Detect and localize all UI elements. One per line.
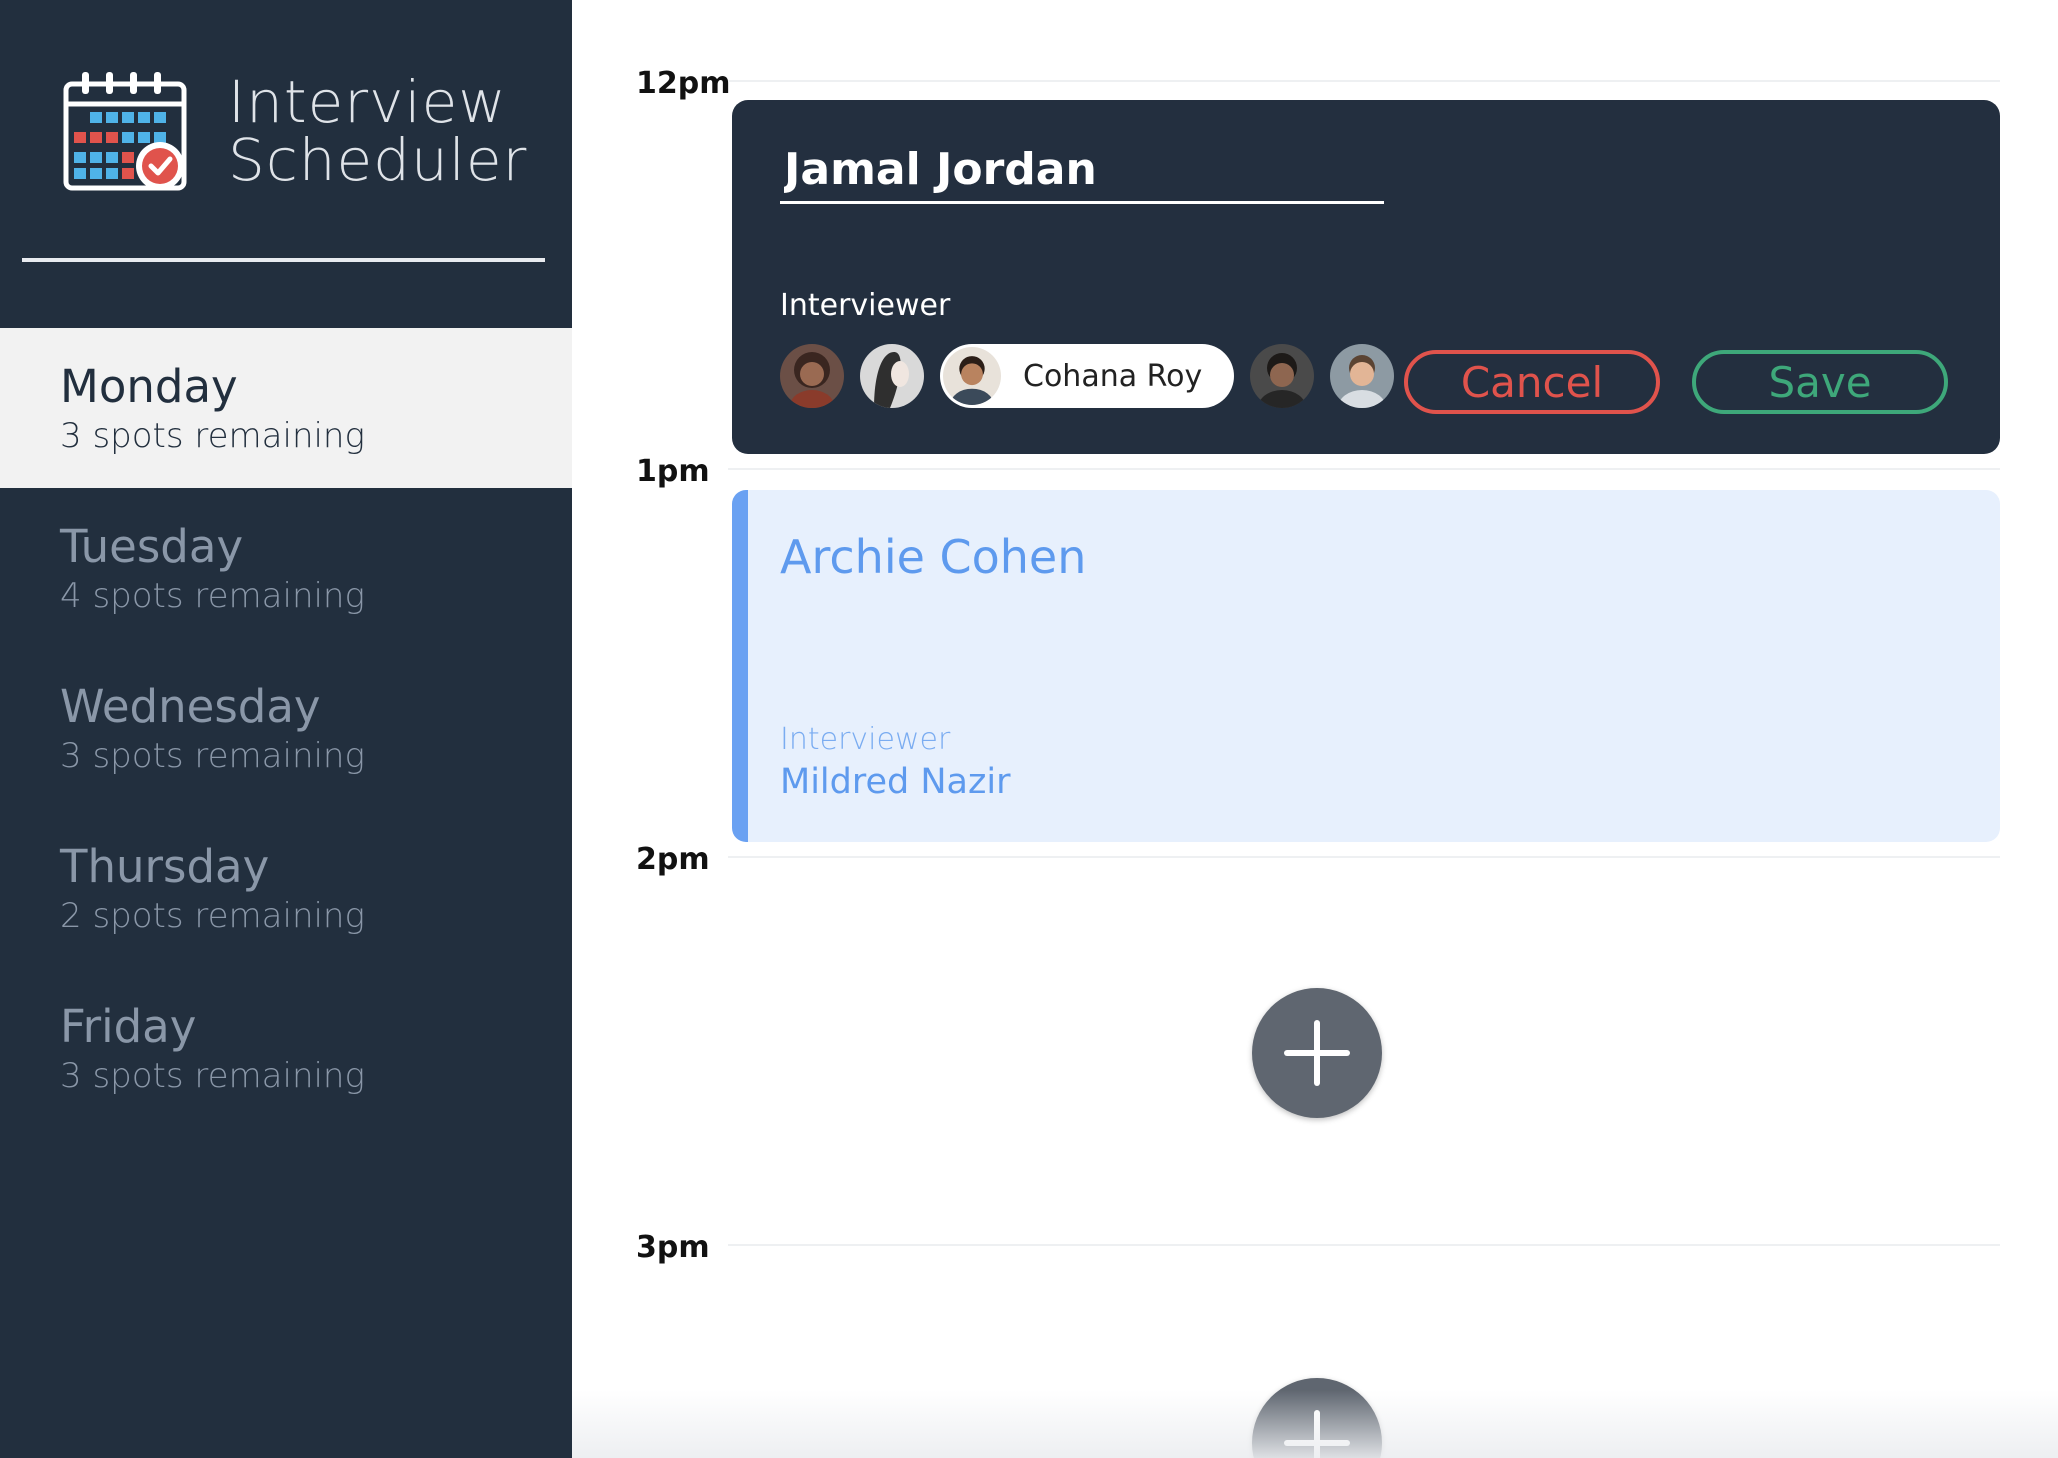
day-item-friday[interactable]: Friday 3 spots remaining [0, 968, 572, 1128]
add-appointment-button[interactable] [1252, 1378, 1382, 1458]
save-button[interactable]: Save [1692, 350, 1948, 414]
schedule: 12pm Interviewer [572, 0, 2058, 1458]
day-spots: 3 spots remaining [60, 736, 365, 776]
interviewer-selected[interactable]: Cohana Roy [940, 344, 1235, 408]
day-list: Monday 3 spots remaining Tuesday 4 spots… [0, 328, 572, 1128]
student-name-input[interactable] [780, 138, 1384, 204]
day-name: Thursday [60, 840, 270, 893]
avatar-photo-icon [780, 344, 844, 408]
day-name: Friday [60, 1000, 197, 1053]
day-item-thursday[interactable]: Thursday 2 spots remaining [0, 808, 572, 968]
avatar-photo-icon [1250, 344, 1315, 408]
avatar-photo-icon [860, 344, 924, 408]
hour-label: 12pm [636, 66, 731, 101]
day-name: Monday [60, 360, 238, 413]
hour-divider [728, 856, 2000, 858]
booked-appointment[interactable]: Archie Cohen Interviewer Mildred Nazir [732, 490, 2000, 842]
day-item-monday[interactable]: Monday 3 spots remaining [0, 328, 572, 488]
interviewer-avatar[interactable] [1330, 344, 1395, 408]
app-title-line1: Interview [228, 68, 507, 136]
hour-divider [728, 80, 2000, 82]
interviewer-selected-name: Cohana Roy [1023, 358, 1203, 394]
interviewer-avatar[interactable] [1250, 344, 1315, 408]
appointment-interviewer-name: Mildred Nazir [780, 762, 1011, 802]
hour-label: 3pm [636, 1230, 710, 1265]
day-item-wednesday[interactable]: Wednesday 3 spots remaining [0, 648, 572, 808]
day-spots: 3 spots remaining [60, 416, 365, 456]
interviewer-caption: Interviewer [780, 722, 951, 757]
interviewer-avatar[interactable] [780, 344, 844, 408]
day-name: Tuesday [60, 520, 244, 573]
day-name: Wednesday [60, 680, 321, 733]
app-title: Interview Scheduler [228, 73, 527, 189]
day-spots: 2 spots remaining [60, 896, 365, 936]
appointment-student-name: Archie Cohen [780, 530, 1087, 584]
interviewer-list: Cohana Roy [780, 344, 1410, 408]
add-appointment-button[interactable] [1252, 988, 1382, 1118]
sidebar: Interview Scheduler Monday 3 spots remai… [0, 0, 572, 1458]
appointment-edit-form: Interviewer [732, 100, 2000, 454]
app-brand: Interview Scheduler [62, 68, 527, 194]
hour-divider [728, 468, 2000, 470]
hour-divider [728, 1244, 2000, 1246]
cancel-button[interactable]: Cancel [1404, 350, 1660, 414]
avatar-photo-icon [1330, 344, 1395, 408]
plus-icon [1284, 1020, 1350, 1086]
plus-icon [1284, 1410, 1350, 1458]
interviewer-avatar [943, 347, 1001, 405]
app-title-line2: Scheduler [228, 126, 528, 194]
hour-label: 1pm [636, 454, 710, 489]
avatar-photo-icon [943, 347, 1001, 405]
day-item-tuesday[interactable]: Tuesday 4 spots remaining [0, 488, 572, 648]
day-spots: 3 spots remaining [60, 1056, 365, 1096]
hour-label: 2pm [636, 842, 710, 877]
day-spots: 4 spots remaining [60, 576, 365, 616]
calendar-check-icon [63, 72, 187, 191]
interviewer-caption: Interviewer [780, 288, 951, 323]
sidebar-divider [22, 258, 545, 262]
interviewer-avatar[interactable] [860, 344, 924, 408]
